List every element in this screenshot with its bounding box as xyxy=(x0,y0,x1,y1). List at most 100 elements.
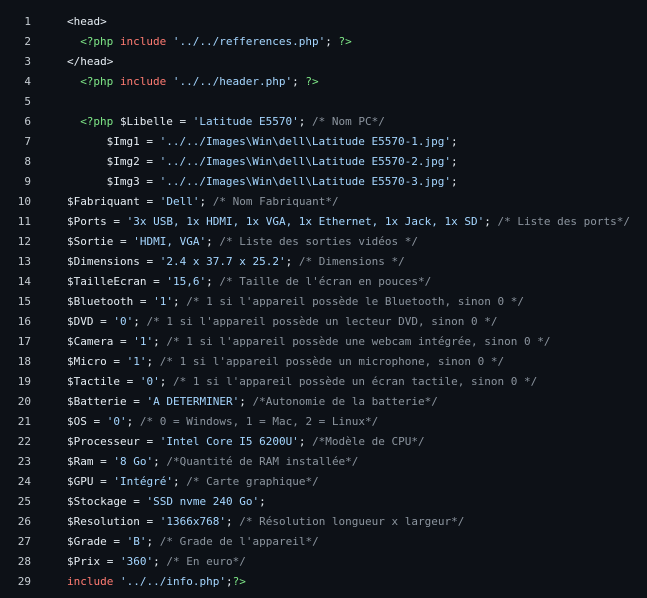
line-number: 23 xyxy=(17,455,31,468)
code-line[interactable]: 16 $DVD = '0'; /* 1 si l'appareil possède… xyxy=(0,312,647,332)
line-number: 2 xyxy=(24,35,31,48)
code-line[interactable]: 22 $Processeur = 'Intel Core I5 6200U'; /… xyxy=(0,432,647,452)
code-text: $Img1 = '../../Images\Win\dell\Latitude … xyxy=(67,132,458,152)
code-token: /* Nom PC*/ xyxy=(312,115,385,128)
code-token: $Fabriquant xyxy=(67,195,140,208)
code-token: ; xyxy=(259,495,266,508)
code-line[interactable]: 2 <?php include '../../refferences.php'; … xyxy=(0,32,647,52)
code-token: = xyxy=(100,555,120,568)
code-line[interactable]: 9 $Img3 = '../../Images\Win\dell\Latitude… xyxy=(0,172,647,192)
code-token: 'Intel Core I5 6200U' xyxy=(159,435,299,448)
code-line[interactable]: 19 $Tactile = '0'; /* 1 si l'appareil pos… xyxy=(0,372,647,392)
code-token: ; xyxy=(451,135,458,148)
code-token: '0' xyxy=(139,375,160,388)
code-token: $GPU xyxy=(67,475,94,488)
code-line[interactable]: 11 $Ports = '3x USB, 1x HDMI, 1x VGA, 1x … xyxy=(0,212,647,232)
code-token: $Camera xyxy=(67,335,114,348)
code-token: ?> xyxy=(232,575,246,588)
code-token: ; xyxy=(153,555,167,568)
code-token: /* Dimensions */ xyxy=(298,255,405,268)
line-number: 4 xyxy=(24,75,31,88)
code-line[interactable]: 14 $TailleEcran = '15,6'; /* Taille de l'… xyxy=(0,272,647,292)
code-token: '8 Go' xyxy=(113,455,154,468)
line-number: 27 xyxy=(17,535,31,548)
code-line[interactable]: 5 xyxy=(0,92,647,112)
code-line[interactable]: 17 $Camera = '1'; /* 1 si l'appareil poss… xyxy=(0,332,647,352)
code-token: 'HDMI, VGA' xyxy=(133,235,207,248)
code-token: '../../Images\Win\dell\Latitude E5570-2.… xyxy=(159,155,451,168)
line-number: 9 xyxy=(24,175,31,188)
code-line[interactable]: 12 $Sortie = 'HDMI, VGA'; /* Liste des so… xyxy=(0,232,647,252)
code-token: $Grade xyxy=(67,535,107,548)
code-token: ; xyxy=(239,395,253,408)
code-token: = xyxy=(93,455,114,468)
code-line[interactable]: 4 <?php include '../../header.php'; ?> xyxy=(0,72,647,92)
code-token: $DVD xyxy=(67,315,94,328)
code-token: '1366x768' xyxy=(159,515,226,528)
code-token: /* Taille de l'écran en pouces*/ xyxy=(219,275,432,288)
code-line[interactable]: 25 $Stockage = 'SSD nvme 240 Go'; xyxy=(0,492,647,512)
code-editor[interactable]: 1 <head> 2 <?php include '../../refferences… xyxy=(0,0,647,598)
code-token: /* Résolution longueur x largeur*/ xyxy=(239,515,465,528)
code-line[interactable]: 1 <head> xyxy=(0,12,647,32)
code-token: ; xyxy=(199,195,213,208)
line-number: 20 xyxy=(17,395,31,408)
code-token: 'B' xyxy=(126,535,147,548)
code-token: ; xyxy=(225,575,233,588)
code-token: ; xyxy=(292,75,306,88)
code-line[interactable]: 27 $Grade = 'B'; /* Grade de l'appareil*/ xyxy=(0,532,647,552)
line-number: 7 xyxy=(24,135,31,148)
code-line[interactable]: 24 $GPU = 'Intégré'; /* Carte graphique*/ xyxy=(0,472,647,492)
code-line[interactable]: 13 $Dimensions = '2.4 x 37.7 x 25.2'; /* … xyxy=(0,252,647,272)
code-token: include xyxy=(119,35,167,48)
code-line[interactable]: 3 </head> xyxy=(0,52,647,72)
code-line[interactable]: 7 $Img1 = '../../Images\Win\dell\Latitude… xyxy=(0,132,647,152)
code-token: ; xyxy=(153,455,167,468)
code-token: $Stockage xyxy=(67,495,127,508)
code-token: /* 1 si l'appareil possède un écran tact… xyxy=(172,375,538,388)
code-token: = xyxy=(146,275,167,288)
code-line[interactable]: 15 $Bluetooth = '1'; /* 1 si l'appareil p… xyxy=(0,292,647,312)
code-line[interactable]: 8 $Img2 = '../../Images\Win\dell\Latitude… xyxy=(0,152,647,172)
line-number: 11 xyxy=(17,215,31,228)
code-token: ; xyxy=(172,475,187,488)
code-text: $Stockage = 'SSD nvme 240 Go'; xyxy=(67,492,266,512)
code-text: $Camera = '1'; /* 1 si l'appareil possèd… xyxy=(67,332,550,352)
code-token: ; xyxy=(159,375,173,388)
code-line[interactable]: 10 $Fabriquant = 'Dell'; /* Nom Fabriquan… xyxy=(0,192,647,212)
code-token: $Batterie xyxy=(67,395,127,408)
code-token: = xyxy=(139,155,160,168)
code-token: ; xyxy=(451,155,458,168)
line-number: 29 xyxy=(17,575,31,588)
code-token: $Sortie xyxy=(67,235,114,248)
line-number: 15 xyxy=(17,295,31,308)
code-line[interactable]: 29 include '../../info.php';?> xyxy=(0,572,647,592)
code-token: $Img1 xyxy=(106,135,140,148)
code-line[interactable]: 18 $Micro = '1'; /* 1 si l'appareil possè… xyxy=(0,352,647,372)
line-number: 12 xyxy=(17,235,31,248)
code-token: 'Intégré' xyxy=(113,475,173,488)
line-number: 19 xyxy=(17,375,31,388)
code-text: include '../../info.php';?> xyxy=(67,572,246,592)
code-token: ; xyxy=(172,295,187,308)
code-line[interactable]: 20 $Batterie = 'A DETERMINER'; /*Autonomi… xyxy=(0,392,647,412)
code-token: '../../Images\Win\dell\Latitude E5570-3.… xyxy=(159,175,451,188)
code-line[interactable]: 6 <?php $Libelle = 'Latitude E5570'; /* N… xyxy=(0,112,647,132)
line-number: 6 xyxy=(24,115,31,128)
code-line[interactable]: 26 $Resolution = '1366x768'; /* Résolutio… xyxy=(0,512,647,532)
code-token: = xyxy=(106,355,127,368)
code-token: $Img2 xyxy=(106,155,140,168)
code-line[interactable]: 28 $Prix = '360'; /* En euro*/ xyxy=(0,552,647,572)
code-text: $Fabriquant = 'Dell'; /* Nom Fabriquant*… xyxy=(67,192,339,212)
code-token: /*Quantité de RAM installée*/ xyxy=(166,455,359,468)
code-token: $Tactile xyxy=(67,375,120,388)
code-line[interactable]: 21 $OS = '0'; /* 0 = Windows, 1 = Mac, 2 … xyxy=(0,412,647,432)
code-token: $Libelle xyxy=(119,115,173,128)
code-text: <head> xyxy=(67,12,107,32)
code-text: $Micro = '1'; /* 1 si l'appareil possède… xyxy=(67,352,504,372)
code-token: ; xyxy=(285,255,299,268)
code-line[interactable]: 23 $Ram = '8 Go'; /*Quantité de RAM insta… xyxy=(0,452,647,472)
code-text: $OS = '0'; /* 0 = Windows, 1 = Mac, 2 = … xyxy=(67,412,378,432)
